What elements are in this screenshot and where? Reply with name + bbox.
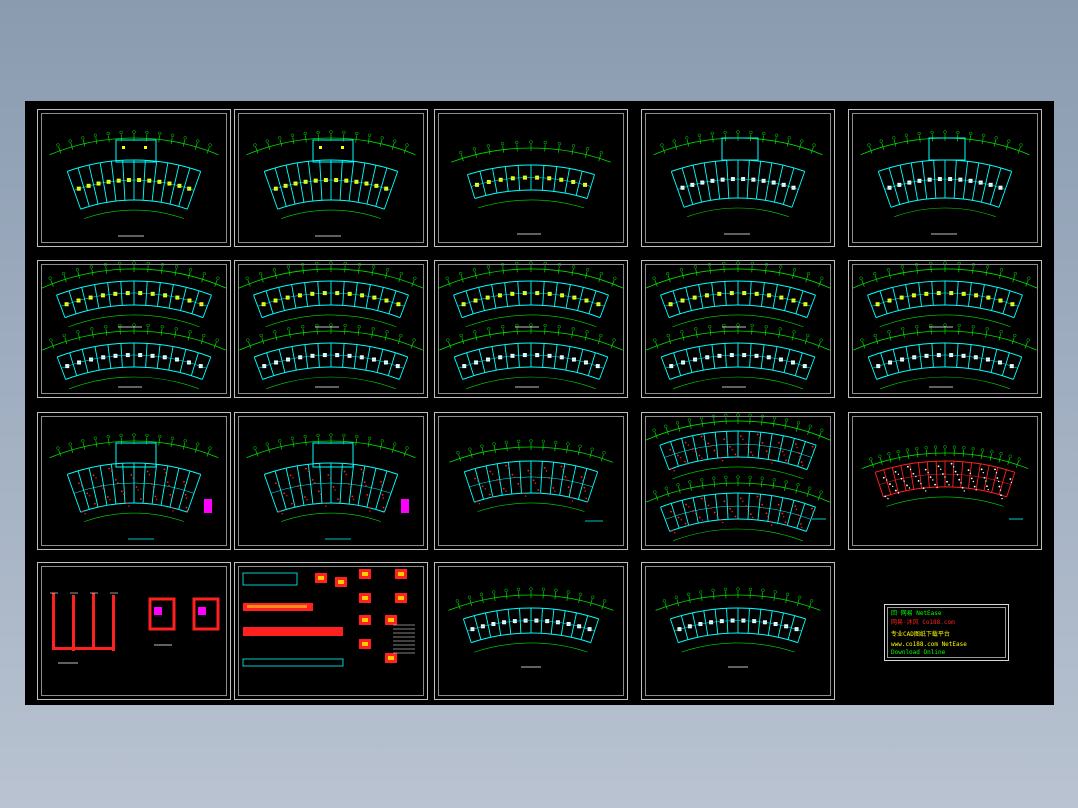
drawing-sheet-8[interactable] bbox=[434, 260, 628, 398]
sheet-drawing-plan-white-small bbox=[448, 587, 614, 668]
drawing-sheet-5[interactable] bbox=[848, 109, 1042, 247]
cad-model-space[interactable]: 回 网易 NetEase 网易·沐风 Co188.com 专业CAD图纸下载平台… bbox=[25, 101, 1054, 705]
sheet-drawing-plan-rebar bbox=[49, 433, 219, 540]
sheet-drawing-plan-rebar bbox=[246, 433, 416, 540]
drawing-sheet-11[interactable] bbox=[37, 412, 231, 550]
title-block-line-1: 回 网易 NetEase bbox=[891, 610, 942, 617]
sheet-drawing-double-rebar bbox=[645, 413, 831, 542]
drawing-sheet-12[interactable] bbox=[234, 412, 428, 550]
sheet-drawing-plan-white-small bbox=[655, 587, 821, 668]
sheet-drawing-plan-filled bbox=[246, 130, 416, 237]
drawing-sheet-4[interactable] bbox=[641, 109, 835, 247]
drawing-sheet-9[interactable] bbox=[641, 260, 835, 398]
drawing-sheet-3[interactable] bbox=[434, 109, 628, 247]
sheet-drawing-plan-rebar-small bbox=[449, 439, 613, 522]
sheet-drawing-double-plan bbox=[645, 261, 831, 390]
sheet-drawing-plan-rebar-thin bbox=[861, 445, 1029, 520]
sheet-drawing-plan-white bbox=[653, 130, 823, 235]
sheet-drawing-double-plan bbox=[238, 261, 424, 390]
sheet-drawing-elevation-red bbox=[50, 592, 220, 664]
sheet-drawing-double-plan bbox=[852, 261, 1038, 390]
sheet-drawing-details bbox=[242, 569, 415, 667]
drawing-sheet-1[interactable] bbox=[37, 109, 231, 247]
drawing-sheet-18[interactable] bbox=[434, 562, 628, 700]
sheet-drawing-plan-small bbox=[451, 140, 611, 235]
drawing-sheet-7[interactable] bbox=[234, 260, 428, 398]
drawing-sheet-6[interactable] bbox=[37, 260, 231, 398]
title-block: 回 网易 NetEase 网易·沐风 Co188.com 专业CAD图纸下载平台… bbox=[884, 604, 1009, 661]
drawing-sheet-17[interactable] bbox=[234, 562, 428, 700]
sheet-drawing-double-plan bbox=[438, 261, 624, 390]
drawing-sheet-10[interactable] bbox=[848, 260, 1042, 398]
drawing-sheet-2[interactable] bbox=[234, 109, 428, 247]
drawing-sheet-13[interactable] bbox=[434, 412, 628, 550]
sheet-drawing-plan-white bbox=[860, 130, 1030, 235]
drawing-sheet-19[interactable] bbox=[641, 562, 835, 700]
drawing-sheet-16[interactable] bbox=[37, 562, 231, 700]
title-block-line-5: Download Online bbox=[891, 649, 946, 656]
title-block-line-4: www.co188.com NetEase bbox=[891, 641, 967, 648]
drawing-sheet-15[interactable] bbox=[848, 412, 1042, 550]
drawing-sheet-14[interactable] bbox=[641, 412, 835, 550]
title-block-line-2: 网易·沐风 Co188.com bbox=[891, 619, 955, 626]
sheet-drawing-plan-filled bbox=[49, 130, 219, 237]
sheet-drawing-double-plan bbox=[41, 261, 227, 390]
title-block-line-3: 专业CAD图纸下载平台 bbox=[891, 631, 950, 638]
